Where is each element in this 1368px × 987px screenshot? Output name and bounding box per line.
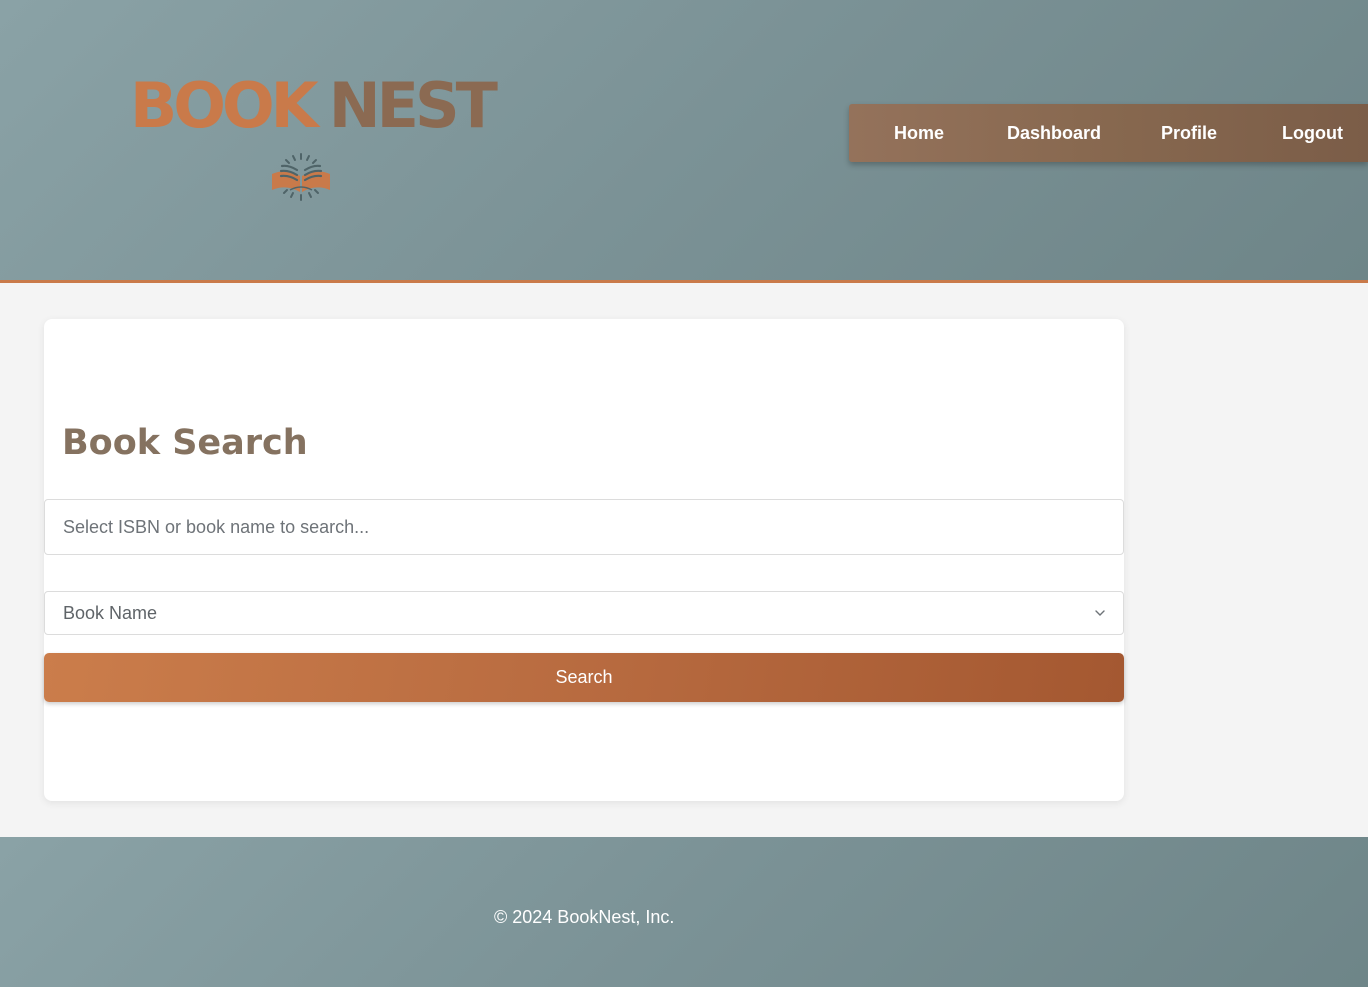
search-input[interactable]	[44, 499, 1124, 555]
search-type-select[interactable]: Book Name	[44, 591, 1124, 635]
search-button[interactable]: Search	[44, 653, 1124, 702]
nav-profile-link[interactable]: Profile	[1161, 104, 1217, 162]
book-search-card: Book Search Book Name Search	[44, 319, 1124, 801]
logo-word-nest: NEST	[328, 69, 498, 142]
footer-copyright: © 2024 BookNest, Inc.	[494, 907, 675, 927]
site-footer: © 2024 BookNest, Inc.	[0, 837, 1368, 987]
chevron-down-icon	[1095, 610, 1105, 616]
nav-dashboard-link[interactable]: Dashboard	[1007, 104, 1101, 162]
logo-word-book: BOOK	[130, 69, 319, 142]
main-nav: Home Dashboard Profile Logout	[849, 104, 1368, 162]
nav-home-link[interactable]: Home	[894, 104, 944, 162]
search-type-selected-value: Book Name	[63, 603, 158, 623]
booknest-logo[interactable]: BOOK NEST	[130, 70, 498, 210]
page-title: Book Search	[62, 423, 308, 463]
site-header: BOOK NEST Home Dashboard Profile Logout	[0, 0, 1368, 283]
open-book-icon	[272, 153, 330, 201]
logo-wordmark: BOOK NEST	[130, 69, 498, 142]
nav-logout-link[interactable]: Logout	[1282, 104, 1343, 162]
